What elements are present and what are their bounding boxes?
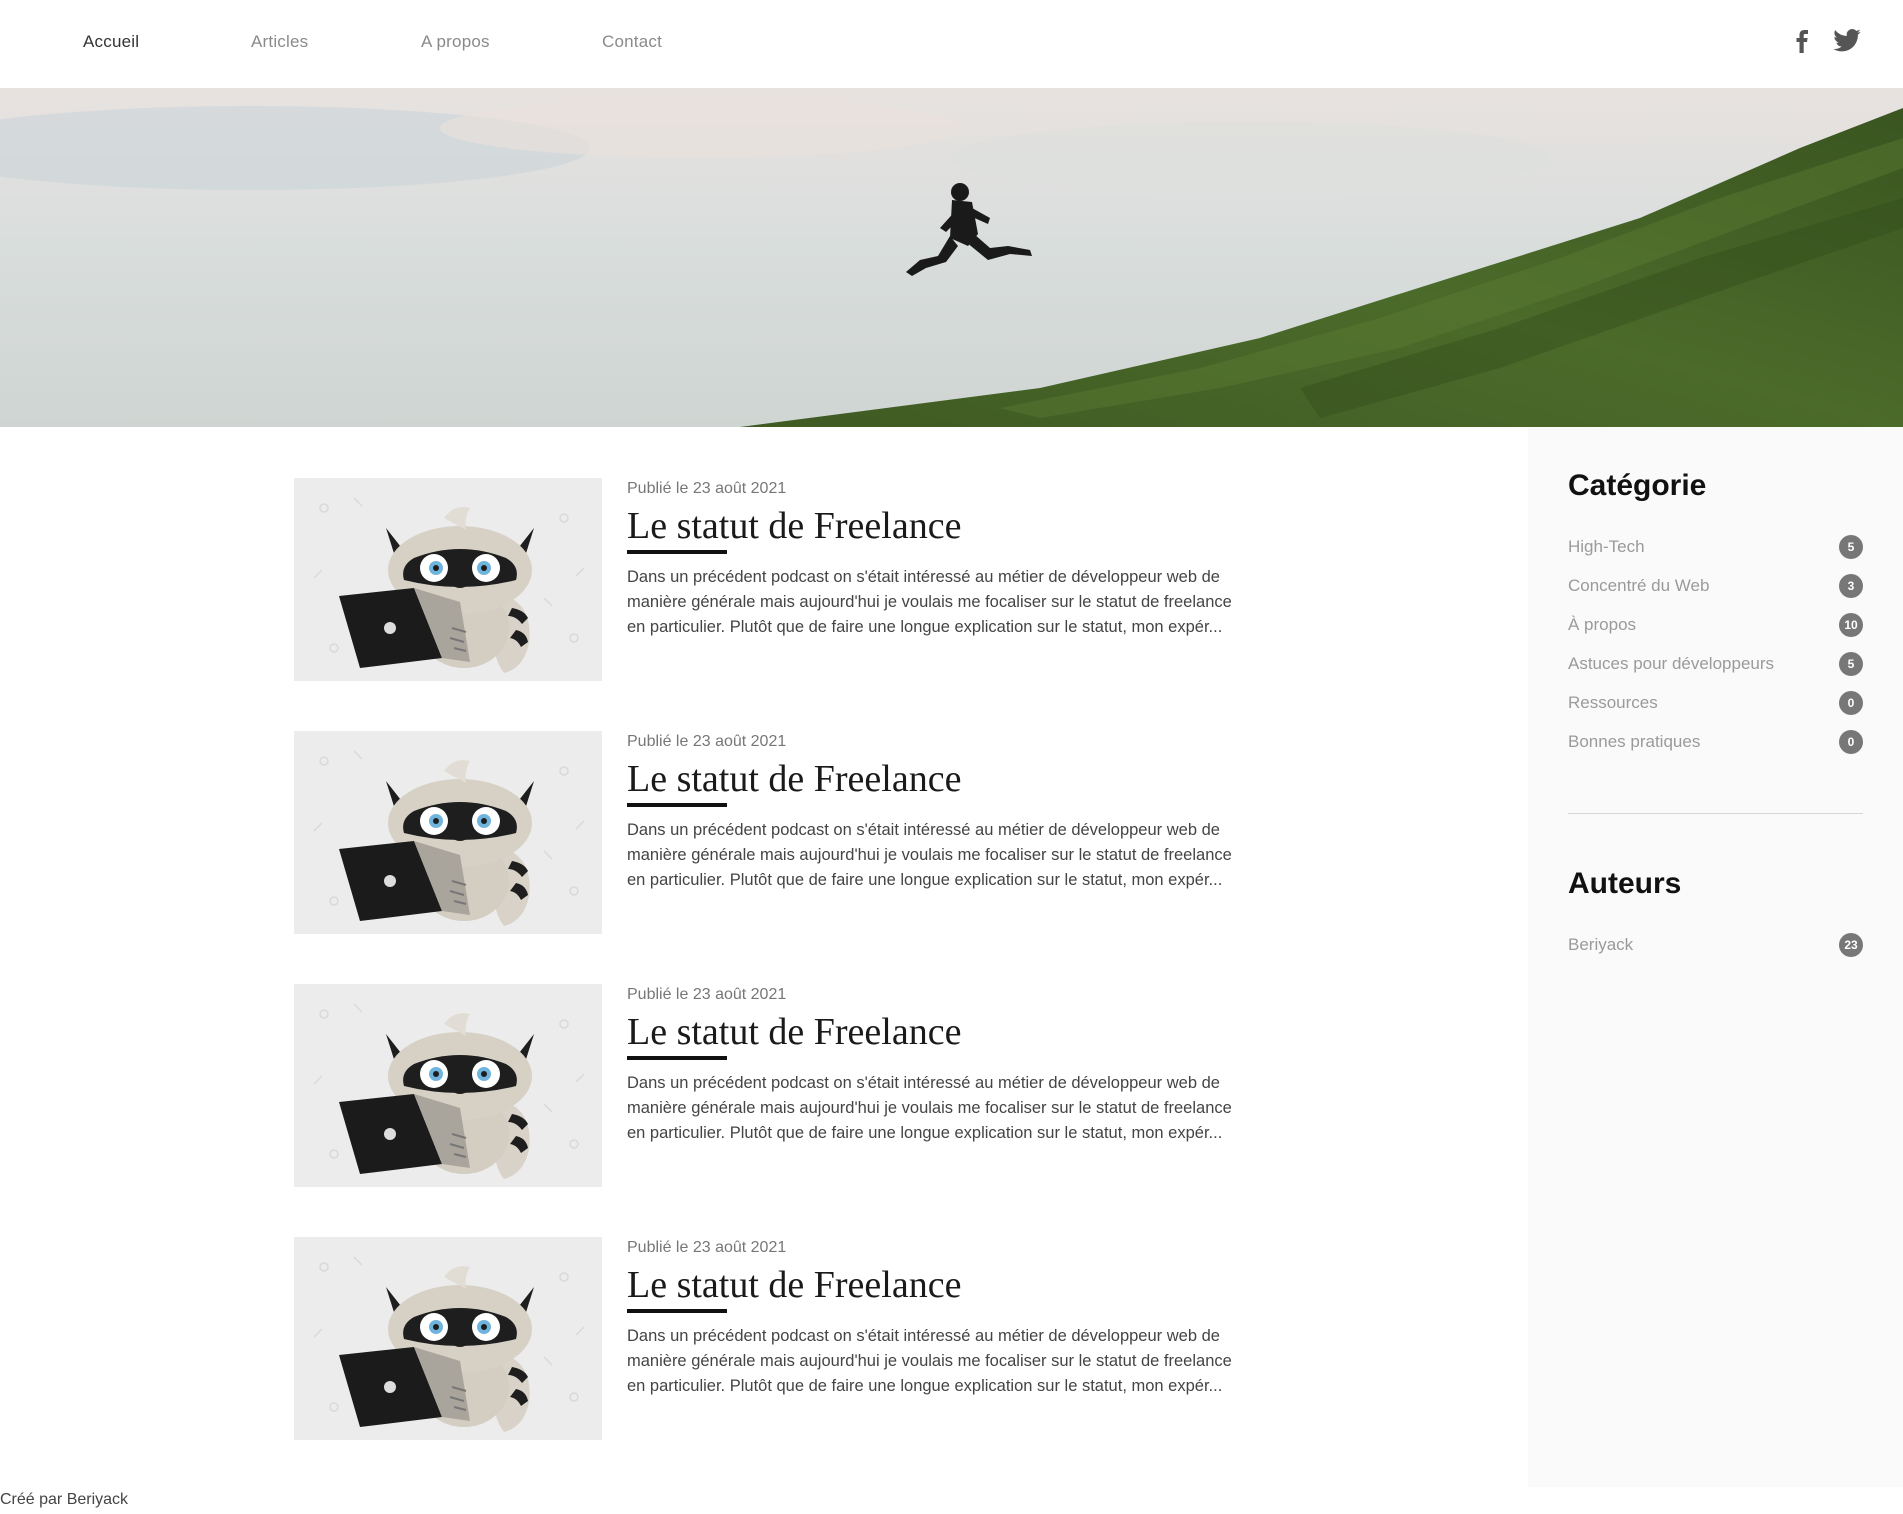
sidebar: Catégorie High-Tech 5 Concentré du Web 3…: [1528, 427, 1903, 1487]
article-thumbnail[interactable]: [294, 478, 602, 681]
article-title[interactable]: Le statut de Freelance: [627, 1010, 961, 1054]
hero-landscape-image: [0, 88, 1903, 427]
author-label: Beriyack: [1568, 935, 1634, 954]
title-underline: [627, 1056, 727, 1060]
article-card[interactable]: Publié le 23 août 2021 Le statut de Free…: [294, 1237, 1254, 1440]
raccoon-laptop-illustration: [294, 1237, 602, 1440]
count-badge: 5: [1839, 652, 1863, 676]
article-thumbnail[interactable]: [294, 984, 602, 1187]
category-item-ressources[interactable]: Ressources 0: [1568, 691, 1863, 717]
article-thumbnail[interactable]: [294, 731, 602, 934]
article-thumbnail[interactable]: [294, 1237, 602, 1440]
author-item-beriyack[interactable]: Beriyack 23: [1568, 933, 1863, 959]
categories-heading: Catégorie: [1568, 469, 1707, 502]
hero-banner: [0, 88, 1903, 427]
article-date: Publié le 23 août 2021: [627, 986, 787, 1003]
category-label: Astuces pour développeurs: [1568, 654, 1775, 673]
category-item-astuces[interactable]: Astuces pour développeurs 5: [1568, 652, 1863, 678]
article-card[interactable]: Publié le 23 août 2021 Le statut de Free…: [294, 731, 1254, 934]
article-date: Publié le 23 août 2021: [627, 1239, 787, 1256]
nav-item-contact[interactable]: Contact: [602, 32, 662, 52]
footer: Créé par Beriyack: [0, 1487, 1903, 1514]
article-title[interactable]: Le statut de Freelance: [627, 504, 961, 548]
raccoon-laptop-illustration: [294, 478, 602, 681]
category-label: Ressources: [1568, 693, 1658, 712]
category-label: Concentré du Web: [1568, 576, 1710, 595]
article-card[interactable]: Publié le 23 août 2021 Le statut de Free…: [294, 478, 1254, 681]
twitter-icon[interactable]: [1832, 26, 1862, 56]
sidebar-divider: [1568, 813, 1863, 814]
category-item-a-propos[interactable]: À propos 10: [1568, 613, 1863, 639]
category-label: À propos: [1568, 615, 1637, 634]
category-item-bonnes-pratiques[interactable]: Bonnes pratiques 0: [1568, 730, 1863, 756]
article-excerpt: Dans un précédent podcast on s'était int…: [627, 568, 1232, 636]
category-item-high-tech[interactable]: High-Tech 5: [1568, 535, 1863, 561]
article-excerpt: Dans un précédent podcast on s'était int…: [627, 1327, 1232, 1395]
category-label: High-Tech: [1568, 537, 1645, 556]
article-excerpt: Dans un précédent podcast on s'était int…: [627, 1074, 1232, 1142]
raccoon-laptop-illustration: [294, 984, 602, 1187]
title-underline: [627, 550, 727, 554]
article-title[interactable]: Le statut de Freelance: [627, 1263, 961, 1307]
count-badge: 10: [1839, 613, 1863, 637]
nav-item-articles[interactable]: Articles: [251, 32, 308, 52]
article-date: Publié le 23 août 2021: [627, 733, 787, 750]
article-list: Publié le 23 août 2021 Le statut de Free…: [0, 427, 1528, 1487]
article-card[interactable]: Publié le 23 août 2021 Le statut de Free…: [294, 984, 1254, 1187]
footer-credit: Créé par Beriyack: [0, 1491, 129, 1508]
count-badge: 0: [1839, 730, 1863, 754]
count-badge: 5: [1839, 535, 1863, 559]
authors-heading: Auteurs: [1568, 867, 1682, 900]
title-underline: [627, 1309, 727, 1313]
category-item-concentre-du-web[interactable]: Concentré du Web 3: [1568, 574, 1863, 600]
article-title[interactable]: Le statut de Freelance: [627, 757, 961, 801]
count-badge: 0: [1839, 691, 1863, 715]
count-badge: 3: [1839, 574, 1863, 598]
top-navigation: Accueil Articles A propos Contact: [0, 0, 1903, 88]
count-badge: 23: [1839, 933, 1863, 957]
nav-item-a-propos[interactable]: A propos: [421, 32, 490, 52]
title-underline: [627, 803, 727, 807]
category-label: Bonnes pratiques: [1568, 732, 1701, 751]
article-excerpt: Dans un précédent podcast on s'était int…: [627, 821, 1232, 889]
raccoon-laptop-illustration: [294, 731, 602, 934]
facebook-icon[interactable]: [1788, 26, 1818, 56]
nav-item-accueil[interactable]: Accueil: [83, 32, 139, 52]
article-date: Publié le 23 août 2021: [627, 480, 787, 497]
